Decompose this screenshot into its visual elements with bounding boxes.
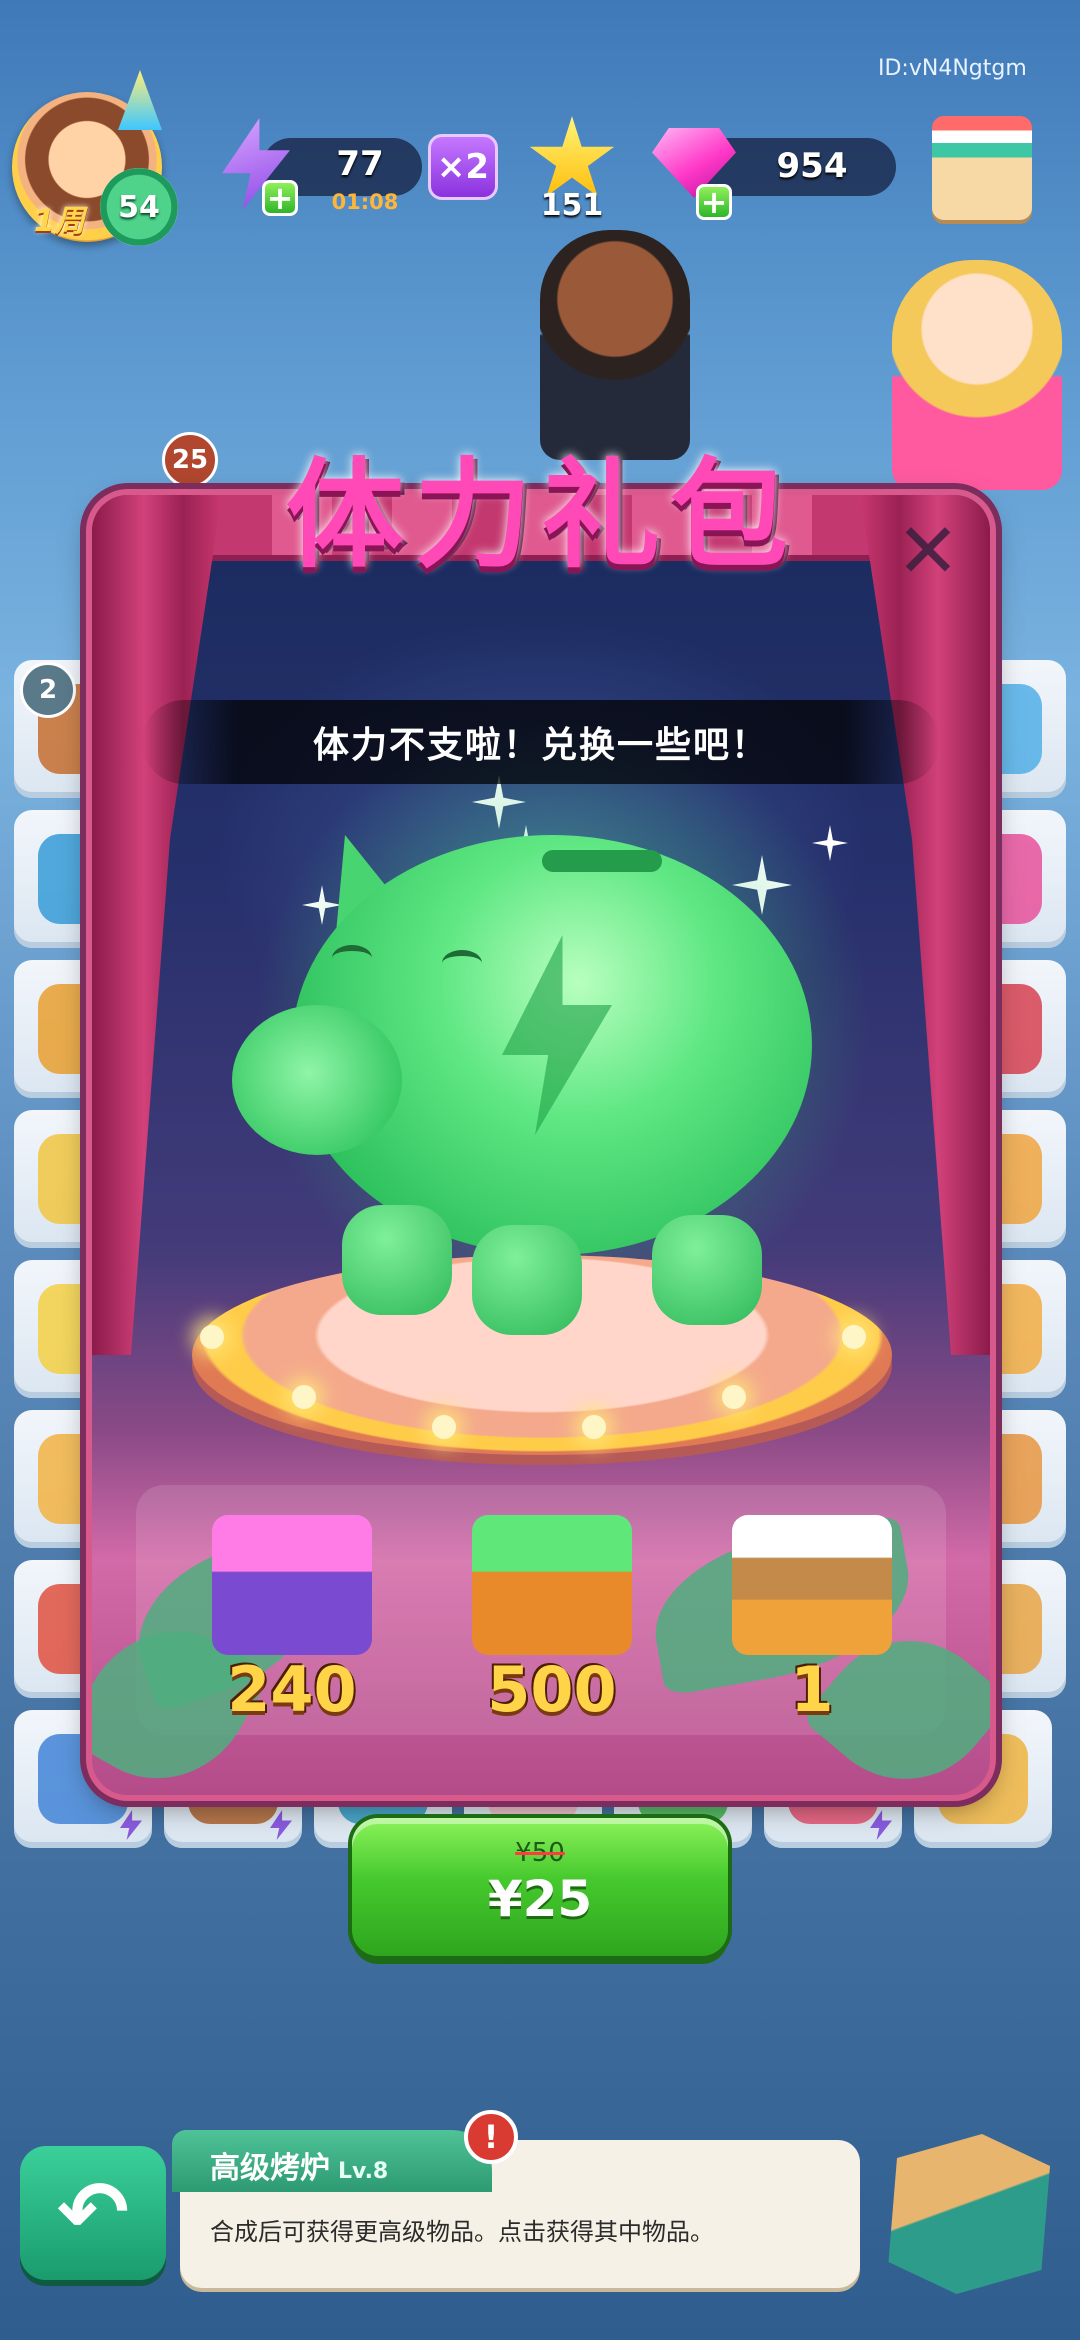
pedestal-light [200, 1325, 224, 1349]
energy-timer: 01:08 [331, 190, 399, 214]
curtain-left [92, 495, 222, 1355]
piggy-bank-icon [232, 805, 842, 1335]
pedestal-light [432, 1415, 456, 1439]
pedestal-light [722, 1385, 746, 1409]
item-level: Lv.8 [338, 2159, 389, 2184]
user-id-label: ID:vN4Ngtgm [878, 56, 1027, 81]
pedestal-light [582, 1415, 606, 1439]
popup-message: 体力不支啦！兑换一些吧！ [142, 700, 940, 784]
gem-count: 954 [776, 146, 848, 186]
sale-price: ¥25 [487, 1870, 593, 1928]
reward-tea-set: 1 [702, 1505, 922, 1745]
cash-chest-icon [472, 1515, 632, 1655]
popup-title: 体力礼包 [285, 446, 798, 584]
anniversary-badge: 1周 [34, 204, 85, 239]
add-energy-button[interactable]: + [262, 180, 298, 216]
buy-button[interactable]: ¥50 ¥25 [352, 1818, 728, 1956]
player-level-badge: 54 [100, 168, 178, 246]
order-count-badge: 25 [162, 432, 218, 488]
item-title: 高级烤炉 Lv.8 [210, 2143, 388, 2187]
item-description: 合成后可获得更高级物品。点击获得其中物品。 [210, 2218, 714, 2246]
energy-value: 77 [336, 144, 384, 184]
curtain-right [860, 495, 990, 1355]
background-character-girl [892, 260, 1062, 490]
back-button[interactable]: ↶ [20, 2146, 166, 2280]
reward-gems-amount: 240 [227, 1653, 357, 1726]
popup-frame: 体力不支啦！兑换一些吧！ 240 500 1 [92, 495, 990, 1795]
storage-box-icon[interactable] [888, 2134, 1050, 2294]
tea-set-icon [732, 1515, 892, 1655]
energy-multiplier-button[interactable]: ×2 [428, 134, 498, 200]
close-icon[interactable]: ✕ [892, 513, 964, 589]
shop-icon[interactable] [932, 116, 1032, 220]
energy-pack-popup: 体力不支啦！兑换一些吧！ 240 500 1 体力礼包 ✕ [92, 446, 990, 1795]
reward-cash-amount: 500 [487, 1653, 617, 1726]
reward-tea-set-amount: 1 [790, 1653, 834, 1726]
reward-gems: 240 [182, 1505, 402, 1745]
alert-icon[interactable]: ! [464, 2110, 518, 2164]
reward-cash: 500 [442, 1505, 662, 1745]
pedestal-light [842, 1325, 866, 1349]
tile-level-badge: 2 [20, 662, 76, 718]
gem-chest-icon [212, 1515, 372, 1655]
item-name: 高级烤炉 [210, 2151, 330, 2186]
star-count: 151 [540, 188, 604, 223]
party-hat-icon [118, 70, 162, 130]
add-gems-button[interactable]: + [696, 184, 732, 220]
original-price: ¥50 [515, 1838, 565, 1868]
pedestal-light [292, 1385, 316, 1409]
